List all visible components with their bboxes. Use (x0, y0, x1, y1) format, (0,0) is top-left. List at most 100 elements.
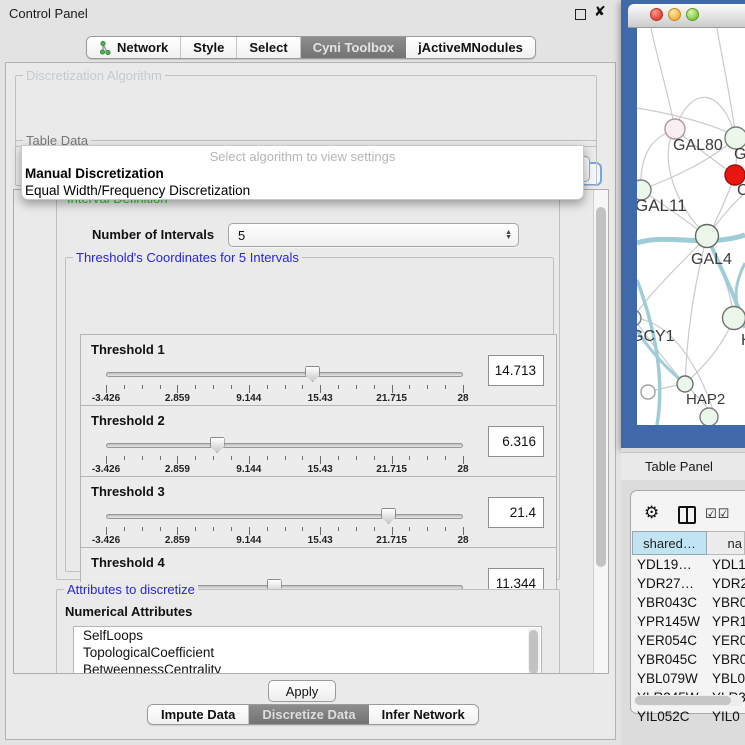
attribute-list-item[interactable]: BetweennessCentrality (74, 661, 541, 674)
table-row[interactable]: YBR045CYBR0 (632, 650, 745, 669)
slider-thumb-icon[interactable] (381, 508, 396, 524)
discretization-algorithm-group: Discretization Algorithm (15, 75, 597, 147)
network-graph: GAL80GACGAL11GAL4GCY1HHAP2 (637, 28, 745, 425)
cell-name: YBR0 (707, 650, 745, 669)
cell-shared-name: YIL052C (632, 707, 707, 726)
tab-infer-network[interactable]: Infer Network (369, 705, 478, 724)
split-column-icon[interactable] (678, 506, 696, 524)
checkbox-icons[interactable]: ☑☑ (705, 506, 730, 522)
panel-title: Control Panel (9, 6, 88, 21)
network-node-gal4[interactable] (696, 225, 719, 248)
attribute-list-item[interactable]: SelfLoops (74, 627, 541, 644)
mac-zoom-icon[interactable] (686, 8, 699, 21)
threshold-list: Threshold 1-3.4262.8599.14415.4321.71528… (80, 335, 557, 619)
attributes-list-scrollbar[interactable] (528, 628, 540, 674)
table-row[interactable]: YIL052CYIL0 (632, 707, 745, 726)
node-label: C (737, 182, 745, 199)
threshold-value-field[interactable]: 14.713 (488, 355, 544, 386)
attribute-list-item[interactable]: TopologicalCoefficient (74, 644, 541, 661)
table-row[interactable]: YPR145WYPR1 (632, 612, 745, 631)
node-label: HAP2 (686, 391, 725, 408)
network-node[interactable] (641, 385, 655, 399)
slider-thumb-icon[interactable] (305, 366, 320, 382)
tab-label: Network (117, 40, 168, 55)
threshold-row: Threshold 1-3.4262.8599.14415.4321.71528… (80, 334, 557, 406)
table-row[interactable]: YBL079WYBL0 (632, 669, 745, 688)
cell-shared-name: YBR043C (632, 593, 707, 612)
algorithm-option-manual[interactable]: Manual Discretization (25, 166, 164, 181)
algorithm-popup-prompt: Select algorithm to view settings (22, 149, 583, 164)
node-label: GCY1 (637, 328, 675, 345)
table-row[interactable]: YDR27…YDR2 (632, 574, 745, 593)
interval-definition-group: Interval Definition Number of Intervals … (56, 198, 560, 580)
network-node-gcy1[interactable] (637, 310, 641, 326)
tab-cyni-toolbox[interactable]: Cyni Toolbox (301, 37, 406, 58)
cell-shared-name: YDR27… (632, 574, 707, 593)
threshold-value-field[interactable]: 6.316 (488, 426, 544, 457)
slider-track[interactable] (106, 372, 463, 377)
control-panel: Control Panel ✘ Network Style Select Cyni T… (0, 0, 621, 745)
numerical-attributes-label: Numerical Attributes (65, 604, 192, 619)
algorithm-option-equal-width[interactable]: Equal Width/Frequency Discretization (25, 183, 250, 198)
network-edge[interactable] (651, 28, 675, 129)
apply-button[interactable]: Apply (268, 680, 336, 702)
tab-network[interactable]: Network (87, 37, 181, 58)
tab-select[interactable]: Select (237, 37, 300, 58)
gear-icon[interactable]: ⚙ (644, 503, 659, 523)
threshold-label: Threshold 2 (91, 413, 165, 428)
tab-jactivemnodules[interactable]: jActiveMNodules (406, 37, 535, 58)
network-edge[interactable] (637, 235, 745, 243)
mac-close-icon[interactable] (650, 8, 663, 21)
network-canvas[interactable]: GAL80GACGAL11GAL4GCY1HHAP2 (637, 28, 745, 425)
settings-vertical-scrollbar[interactable] (593, 190, 608, 673)
slider-thumb-icon[interactable] (210, 437, 225, 453)
numerical-attributes-list[interactable]: SelfLoopsTopologicalCoefficientBetweenne… (73, 626, 542, 674)
threshold-row: Threshold 2 -3.4262.8599.14415.4321.71528… (80, 405, 557, 477)
table-horizontal-scrollbar[interactable] (633, 695, 743, 706)
attributes-group-title: Attributes to discretize (64, 582, 198, 597)
slider-track[interactable] (106, 443, 463, 448)
network-node-hap2[interactable] (677, 376, 693, 392)
table-panel-title: Table Panel (645, 459, 713, 474)
network-edge[interactable] (717, 28, 736, 138)
network-node[interactable] (700, 408, 718, 425)
tab-label: Select (249, 40, 287, 55)
threshold-slider[interactable]: -3.4262.8599.14415.4321.71528 (106, 365, 463, 405)
tab-impute-data[interactable]: Impute Data (148, 705, 249, 724)
threshold-slider[interactable]: -3.4262.8599.14415.4321.71528 (106, 507, 463, 547)
network-node-gal80[interactable] (665, 119, 685, 139)
node-label: GAL80 (673, 137, 723, 154)
threshold-label: Threshold 3 (91, 484, 165, 499)
cell-name: YDL1 (707, 555, 745, 574)
network-node-h[interactable] (723, 307, 745, 330)
number-of-intervals-label: Number of Intervals (92, 227, 214, 242)
slider-ticks (106, 456, 463, 464)
threshold-value-field[interactable]: 21.4 (488, 497, 544, 528)
table-row[interactable]: YER054CYER0 (632, 631, 745, 650)
cell-shared-name: YER054C (632, 631, 707, 650)
cell-name: YBR0 (707, 593, 745, 612)
network-icon (99, 41, 112, 55)
float-window-icon[interactable] (575, 9, 586, 20)
threshold-slider[interactable]: -3.4262.8599.14415.4321.71528 (106, 436, 463, 476)
tab-discretize-data[interactable]: Discretize Data (249, 705, 368, 724)
slider-track[interactable] (106, 514, 463, 519)
top-tab-bar: Network Style Select Cyni Toolbox jActiveMNo… (86, 36, 536, 59)
table-row[interactable]: YDL19…YDL1 (632, 555, 745, 574)
column-header-name[interactable]: na (707, 531, 745, 555)
threshold-row: Threshold 3 -3.4262.8599.14415.4321.71528… (80, 476, 557, 548)
thresholds-group-title: Threshold's Coordinates for 5 Intervals (73, 250, 302, 265)
number-of-intervals-combobox[interactable]: 5 ▲▼ (228, 223, 519, 247)
close-icon[interactable]: ✘ (594, 3, 606, 20)
tab-style[interactable]: Style (181, 37, 237, 58)
mac-minimize-icon[interactable] (668, 8, 681, 21)
table-row[interactable]: YBR043CYBR0 (632, 593, 745, 612)
node-label: GAL4 (691, 251, 732, 268)
number-of-intervals-value: 5 (238, 228, 245, 243)
network-edge[interactable] (637, 280, 660, 425)
cell-name: YPR1 (707, 612, 745, 631)
tab-label: jActiveMNodules (418, 40, 523, 55)
attributes-group: Attributes to discretize Numerical Attri… (56, 589, 560, 674)
slider-tick-labels: -3.4262.8599.14415.4321.71528 (106, 535, 463, 547)
column-header-shared[interactable]: shared… (632, 531, 707, 555)
